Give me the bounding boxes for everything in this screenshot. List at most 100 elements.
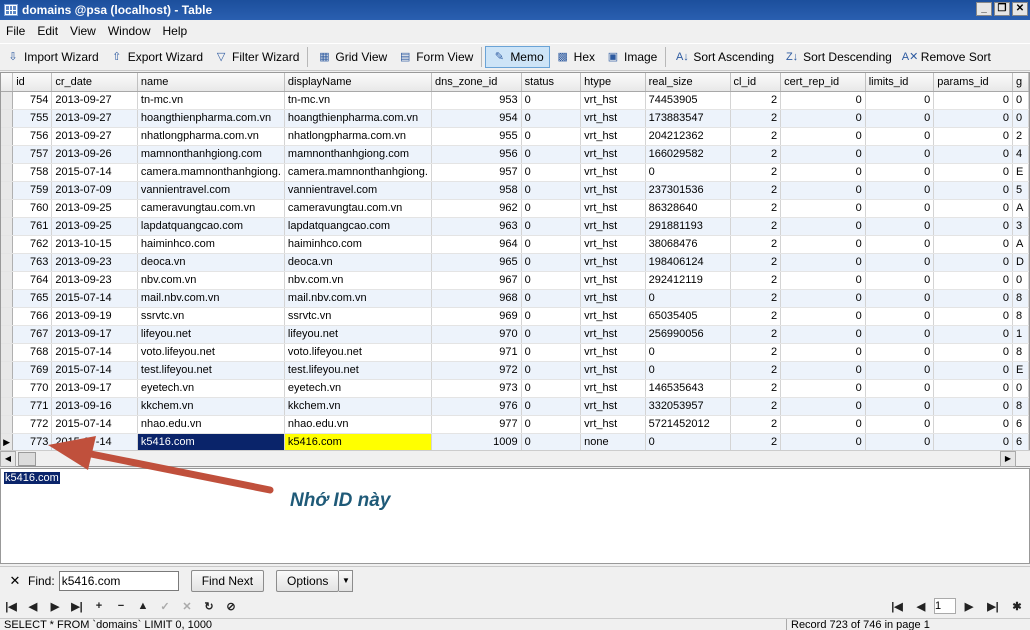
table-cell[interactable]: 757 — [12, 145, 53, 164]
memo-pane[interactable]: k5416.com — [0, 468, 1030, 564]
table-cell[interactable]: 0 — [933, 109, 1013, 128]
horizontal-scrollbar[interactable]: ◀ ▶ — [0, 450, 1030, 467]
table-cell[interactable]: lifeyou.net — [137, 325, 285, 344]
table-cell[interactable]: 2 — [730, 271, 782, 290]
table-cell[interactable]: 754 — [12, 91, 53, 110]
row-indicator[interactable] — [1, 415, 14, 434]
table-cell[interactable]: eyetech.vn — [137, 379, 285, 398]
discard-changes-icon[interactable]: ✕ — [176, 600, 198, 613]
table-cell[interactable]: deoca.vn — [284, 253, 432, 272]
table-cell[interactable]: 0 — [780, 217, 866, 236]
table-cell[interactable]: 0 — [780, 415, 866, 434]
table-cell[interactable]: 2013-09-27 — [51, 127, 138, 146]
table-cell[interactable]: 2 — [730, 109, 782, 128]
table-cell[interactable]: 256990056 — [645, 325, 731, 344]
table-cell[interactable]: 2015-07-14 — [51, 343, 138, 362]
row-indicator[interactable]: ▶ — [1, 433, 14, 452]
table-cell[interactable]: 2013-09-23 — [51, 253, 138, 272]
table-cell[interactable]: 0 — [933, 397, 1013, 416]
table-cell[interactable]: nhatlongpharma.com.vn — [137, 127, 285, 146]
table-cell[interactable]: 2015-07-14 — [51, 415, 138, 434]
table-cell[interactable]: 0 — [521, 361, 582, 380]
table-cell[interactable]: 771 — [12, 397, 53, 416]
table-row[interactable]: 763 2013-09-23 deoca.vn deoca.vn 965 0 vrt_hst… — [1, 253, 1029, 272]
remove-sort-button[interactable]: A✕ Remove Sort — [897, 46, 996, 68]
table-cell[interactable]: 2 — [730, 325, 782, 344]
table-cell[interactable]: cameravungtau.com.vn — [137, 199, 285, 218]
table-cell[interactable]: mail.nbv.com.vn — [284, 289, 432, 308]
table-cell[interactable]: 74453905 — [645, 91, 731, 110]
table-cell[interactable]: vrt_hst — [580, 325, 646, 344]
table-cell[interactable]: 0 — [1012, 91, 1029, 110]
table-cell[interactable]: lifeyou.net — [284, 325, 432, 344]
table-cell[interactable]: 0 — [780, 235, 866, 254]
table-cell[interactable]: 0 — [521, 181, 582, 200]
table-cell[interactable]: vrt_hst — [580, 109, 646, 128]
scroll-right-icon[interactable]: ▶ — [1000, 451, 1016, 467]
table-cell[interactable]: 0 — [521, 307, 582, 326]
table-cell[interactable]: 2013-07-09 — [51, 181, 138, 200]
table-cell[interactable]: 38068476 — [645, 235, 731, 254]
table-row[interactable]: 759 2013-07-09 vannientravel.com vannientra… — [1, 181, 1029, 200]
table-cell[interactable]: 0 — [1012, 379, 1029, 398]
table-cell[interactable]: 2 — [730, 145, 782, 164]
table-cell[interactable]: vannientravel.com — [284, 181, 432, 200]
row-indicator[interactable] — [1, 253, 14, 272]
table-row[interactable]: 768 2015-07-14 voto.lifeyou.net voto.lifeyo… — [1, 343, 1029, 362]
table-cell[interactable]: A — [1012, 235, 1029, 254]
column-header[interactable]: limits_id — [865, 73, 935, 92]
table-cell[interactable]: 0 — [645, 343, 731, 362]
table-cell[interactable]: 5721452012 — [645, 415, 731, 434]
table-cell[interactable]: 2 — [1012, 127, 1029, 146]
table-cell[interactable]: 0 — [780, 397, 866, 416]
table-cell[interactable]: eyetech.vn — [284, 379, 432, 398]
table-cell[interactable]: 2013-09-26 — [51, 145, 138, 164]
table-cell[interactable]: 0 — [933, 289, 1013, 308]
table-cell[interactable]: 0 — [865, 199, 935, 218]
table-cell[interactable]: 198406124 — [645, 253, 731, 272]
table-cell[interactable]: 968 — [431, 289, 522, 308]
minimize-button[interactable]: _ — [976, 2, 992, 16]
table-cell[interactable]: 0 — [780, 181, 866, 200]
stop-icon[interactable]: ⊘ — [220, 600, 242, 613]
table-cell[interactable]: 0 — [933, 91, 1013, 110]
table-cell[interactable]: 0 — [780, 307, 866, 326]
table-cell[interactable]: 0 — [780, 289, 866, 308]
table-cell[interactable]: 0 — [865, 109, 935, 128]
table-cell[interactable]: 0 — [933, 253, 1013, 272]
table-row[interactable]: 764 2013-09-23 nbv.com.vn nbv.com.vn 967 0 vrt… — [1, 271, 1029, 290]
table-cell[interactable]: 2 — [730, 415, 782, 434]
column-header[interactable]: id — [12, 73, 53, 92]
table-cell[interactable]: 0 — [521, 91, 582, 110]
scroll-left-icon[interactable]: ◀ — [0, 451, 16, 467]
table-cell[interactable]: nbv.com.vn — [284, 271, 432, 290]
table-cell[interactable]: 770 — [12, 379, 53, 398]
table-cell[interactable]: 0 — [933, 361, 1013, 380]
table-cell[interactable]: 204212362 — [645, 127, 731, 146]
table-row[interactable]: 765 2015-07-14 mail.nbv.com.vn mail.nbv.com… — [1, 289, 1029, 308]
next-page-icon[interactable]: ▶ — [958, 600, 980, 613]
table-cell[interactable]: 769 — [12, 361, 53, 380]
table-cell[interactable]: 759 — [12, 181, 53, 200]
menu-view[interactable]: View — [64, 24, 102, 38]
table-cell[interactable]: 292412119 — [645, 271, 731, 290]
table-cell[interactable]: 0 — [521, 271, 582, 290]
row-indicator[interactable] — [1, 307, 14, 326]
table-cell[interactable]: 963 — [431, 217, 522, 236]
table-cell[interactable]: D — [1012, 253, 1029, 272]
table-cell[interactable]: deoca.vn — [137, 253, 285, 272]
first-record-icon[interactable]: |◀ — [0, 600, 22, 613]
page-number-input[interactable] — [934, 598, 956, 614]
table-cell[interactable]: nhao.edu.vn — [137, 415, 285, 434]
table-cell[interactable]: vrt_hst — [580, 289, 646, 308]
row-indicator[interactable] — [1, 325, 14, 344]
table-cell[interactable]: 0 — [521, 199, 582, 218]
table-cell[interactable]: 763 — [12, 253, 53, 272]
table-cell[interactable]: 0 — [865, 163, 935, 182]
table-cell[interactable]: 0 — [521, 379, 582, 398]
table-cell[interactable]: E — [1012, 163, 1029, 182]
table-cell[interactable]: 0 — [933, 433, 1013, 452]
table-cell[interactable]: 0 — [933, 235, 1013, 254]
table-cell[interactable]: vrt_hst — [580, 343, 646, 362]
table-cell[interactable]: vrt_hst — [580, 379, 646, 398]
